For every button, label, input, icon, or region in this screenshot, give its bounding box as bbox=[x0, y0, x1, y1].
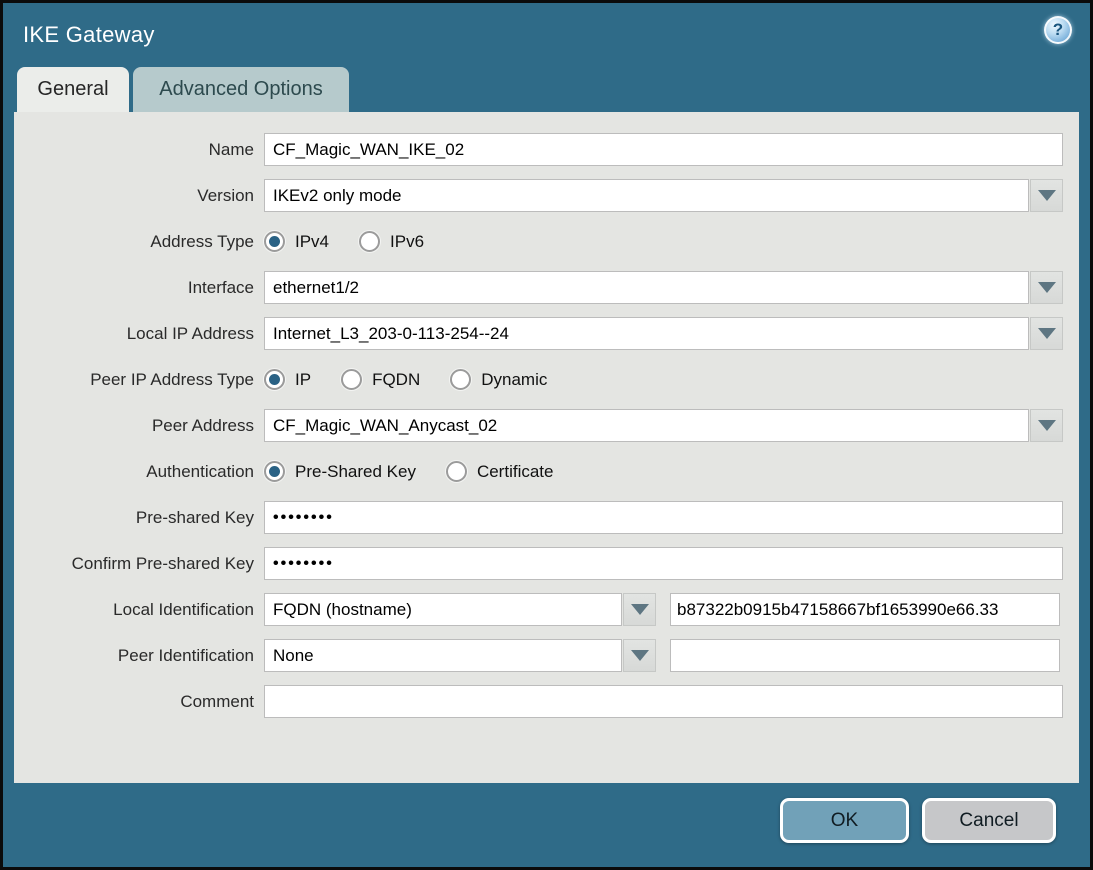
interface-dropdown-button[interactable] bbox=[1030, 271, 1063, 304]
radio-dot-icon bbox=[269, 466, 280, 477]
pre-shared-key-label: Pre-shared Key bbox=[14, 508, 264, 528]
version-dropdown-value[interactable]: IKEv2 only mode bbox=[264, 179, 1029, 212]
local-ip-address-row: Local IP Address Internet_L3_203-0-113-2… bbox=[14, 317, 1079, 350]
pre-shared-key-radio[interactable] bbox=[264, 461, 285, 482]
local-identification-dropdown-button[interactable] bbox=[623, 593, 656, 626]
chevron-down-icon bbox=[631, 650, 649, 661]
authentication-label: Authentication bbox=[14, 462, 264, 482]
peer-identification-value-input[interactable] bbox=[670, 639, 1060, 672]
ok-button[interactable]: OK bbox=[780, 798, 909, 843]
comment-label: Comment bbox=[14, 692, 264, 712]
peer-address-dropdown-value[interactable]: CF_Magic_WAN_Anycast_02 bbox=[264, 409, 1029, 442]
address-type-label: Address Type bbox=[14, 232, 264, 252]
local-ip-address-label: Local IP Address bbox=[14, 324, 264, 344]
radio-dot-icon bbox=[269, 374, 280, 385]
confirm-pre-shared-key-row: Confirm Pre-shared Key bbox=[14, 547, 1079, 580]
peer-identification-row: Peer Identification None bbox=[14, 639, 1079, 672]
interface-dropdown-value[interactable]: ethernet1/2 bbox=[264, 271, 1029, 304]
tab-bar: General Advanced Options bbox=[3, 67, 1090, 112]
local-ip-address-dropdown-value[interactable]: Internet_L3_203-0-113-254--24 bbox=[264, 317, 1029, 350]
pre-shared-key-row: Pre-shared Key bbox=[14, 501, 1079, 534]
peer-address-dropdown-button[interactable] bbox=[1030, 409, 1063, 442]
name-label: Name bbox=[14, 140, 264, 160]
ipv6-radio[interactable] bbox=[359, 231, 380, 252]
interface-row: Interface ethernet1/2 bbox=[14, 271, 1079, 304]
tab-general[interactable]: General bbox=[17, 67, 129, 112]
local-identification-row: Local Identification FQDN (hostname) bbox=[14, 593, 1079, 626]
dialog-footer: OK Cancel bbox=[3, 783, 1090, 867]
chevron-down-icon bbox=[1038, 420, 1056, 431]
confirm-pre-shared-key-input[interactable] bbox=[264, 547, 1063, 580]
general-tab-panel: Name Version IKEv2 only mode Address Typ… bbox=[14, 112, 1079, 783]
ipv4-radio[interactable] bbox=[264, 231, 285, 252]
chevron-down-icon bbox=[631, 604, 649, 615]
cancel-button[interactable]: Cancel bbox=[922, 798, 1056, 843]
certificate-radio-label: Certificate bbox=[477, 462, 554, 482]
peer-identification-dropdown-button[interactable] bbox=[623, 639, 656, 672]
chevron-down-icon bbox=[1038, 328, 1056, 339]
peer-identification-label: Peer Identification bbox=[14, 646, 264, 666]
chevron-down-icon bbox=[1038, 282, 1056, 293]
interface-label: Interface bbox=[14, 278, 264, 298]
ike-gateway-dialog: IKE Gateway ? General Advanced Options N… bbox=[0, 0, 1093, 870]
local-identification-value-input[interactable] bbox=[670, 593, 1060, 626]
name-row: Name bbox=[14, 133, 1079, 166]
name-input[interactable] bbox=[264, 133, 1063, 166]
ipv6-radio-label: IPv6 bbox=[390, 232, 424, 252]
peer-dynamic-radio-label: Dynamic bbox=[481, 370, 547, 390]
certificate-radio[interactable] bbox=[446, 461, 467, 482]
confirm-pre-shared-key-label: Confirm Pre-shared Key bbox=[14, 554, 264, 574]
title-bar: IKE Gateway ? bbox=[3, 3, 1090, 67]
peer-ip-radio[interactable] bbox=[264, 369, 285, 390]
peer-address-label: Peer Address bbox=[14, 416, 264, 436]
pre-shared-key-radio-label: Pre-Shared Key bbox=[295, 462, 416, 482]
version-label: Version bbox=[14, 186, 264, 206]
ipv4-radio-label: IPv4 bbox=[295, 232, 329, 252]
dialog-title: IKE Gateway bbox=[23, 22, 155, 48]
authentication-row: Authentication Pre-Shared Key Certificat… bbox=[14, 455, 1079, 488]
chevron-down-icon bbox=[1038, 190, 1056, 201]
local-identification-label: Local Identification bbox=[14, 600, 264, 620]
peer-fqdn-radio[interactable] bbox=[341, 369, 362, 390]
peer-dynamic-radio[interactable] bbox=[450, 369, 471, 390]
peer-ip-radio-label: IP bbox=[295, 370, 311, 390]
version-dropdown-button[interactable] bbox=[1030, 179, 1063, 212]
version-row: Version IKEv2 only mode bbox=[14, 179, 1079, 212]
peer-ip-address-type-row: Peer IP Address Type IP FQDN Dynamic bbox=[14, 363, 1079, 396]
help-icon[interactable]: ? bbox=[1044, 16, 1072, 44]
radio-dot-icon bbox=[269, 236, 280, 247]
tab-advanced-options[interactable]: Advanced Options bbox=[133, 67, 349, 112]
comment-input[interactable] bbox=[264, 685, 1063, 718]
peer-identification-type-dropdown-value[interactable]: None bbox=[264, 639, 622, 672]
peer-ip-address-type-label: Peer IP Address Type bbox=[14, 370, 264, 390]
local-ip-address-dropdown-button[interactable] bbox=[1030, 317, 1063, 350]
pre-shared-key-input[interactable] bbox=[264, 501, 1063, 534]
local-identification-type-dropdown-value[interactable]: FQDN (hostname) bbox=[264, 593, 622, 626]
address-type-row: Address Type IPv4 IPv6 bbox=[14, 225, 1079, 258]
peer-fqdn-radio-label: FQDN bbox=[372, 370, 420, 390]
comment-row: Comment bbox=[14, 685, 1079, 718]
peer-address-row: Peer Address CF_Magic_WAN_Anycast_02 bbox=[14, 409, 1079, 442]
